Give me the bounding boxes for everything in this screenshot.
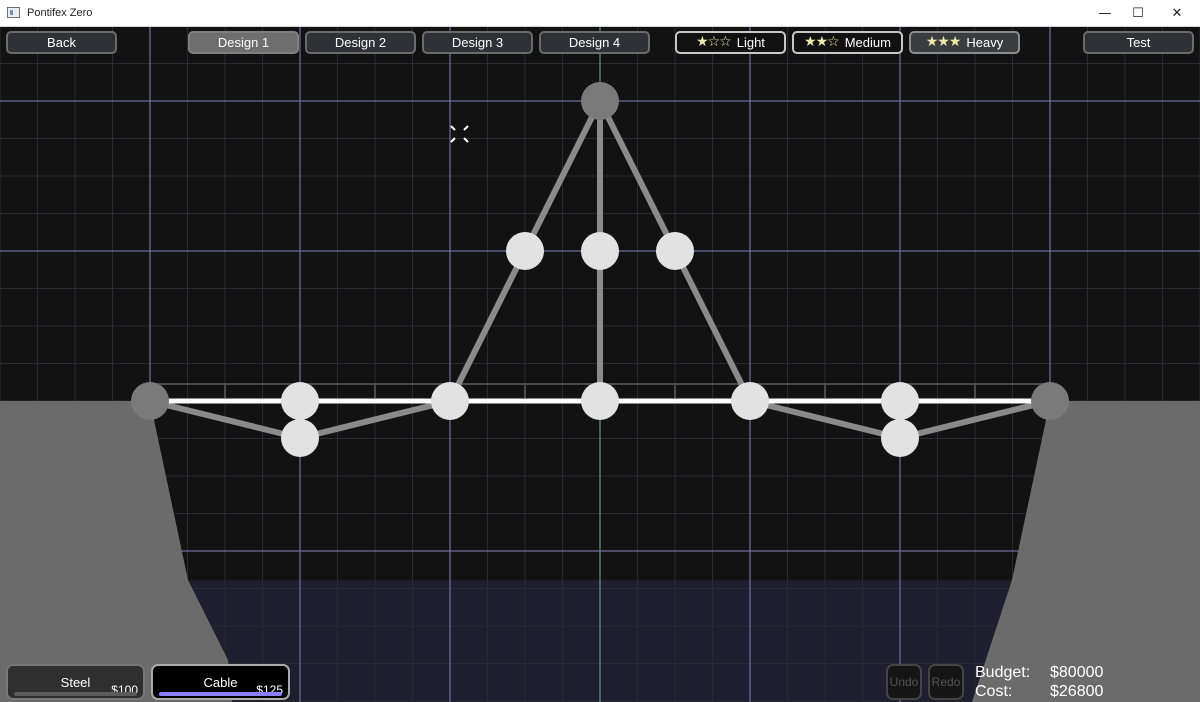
joint[interactable] [731,382,769,420]
left-anchor[interactable] [131,382,169,420]
app-icon [7,7,20,18]
material-color-bar [14,692,137,696]
window-title: Pontifex Zero [27,7,93,19]
star-rating-icon: ★☆☆ [696,34,732,50]
joint[interactable] [581,232,619,270]
material-color-bar [159,692,282,696]
joint[interactable] [506,232,544,270]
budget-value: $80000 [1050,664,1104,681]
joint[interactable] [656,232,694,270]
tab-design-3[interactable]: Design 3 [422,31,533,54]
budget-label: Budget: [975,664,1031,681]
difficulty-light-button[interactable]: ★☆☆ Light [675,31,786,54]
joint[interactable] [881,382,919,420]
star-rating-icon: ★★★ [925,34,962,50]
joint[interactable] [881,419,919,457]
bridge-canvas[interactable] [0,27,1200,702]
top-anchor[interactable] [581,82,619,120]
difficulty-heavy-button[interactable]: ★★★ Heavy [909,31,1020,54]
redo-button[interactable]: Redo [928,664,964,700]
undo-button[interactable]: Undo [886,664,922,700]
tab-design-2[interactable]: Design 2 [305,31,416,54]
joint[interactable] [431,382,469,420]
difficulty-medium-button[interactable]: ★★☆ Medium [792,31,903,54]
tab-design-1[interactable]: Design 1 [188,31,299,54]
cost-label: Cost: [975,683,1013,700]
right-anchor[interactable] [1031,382,1069,420]
test-button[interactable]: Test [1083,31,1194,54]
difficulty-label: Heavy [966,35,1004,50]
cost-value: $26800 [1050,683,1104,700]
star-rating-icon: ★★☆ [804,34,840,50]
back-button[interactable]: Back [6,31,117,54]
title-bar: Pontifex Zero — ☐ ✕ [0,0,1200,27]
joint[interactable] [581,382,619,420]
tab-design-4[interactable]: Design 4 [539,31,650,54]
close-button[interactable]: ✕ [1154,0,1200,27]
joint[interactable] [281,382,319,420]
material-steel-button[interactable]: Steel $100 [6,664,145,700]
difficulty-label: Medium [844,35,891,50]
material-cable-button[interactable]: Cable $125 [151,664,290,700]
joint[interactable] [281,419,319,457]
difficulty-label: Light [736,35,765,50]
